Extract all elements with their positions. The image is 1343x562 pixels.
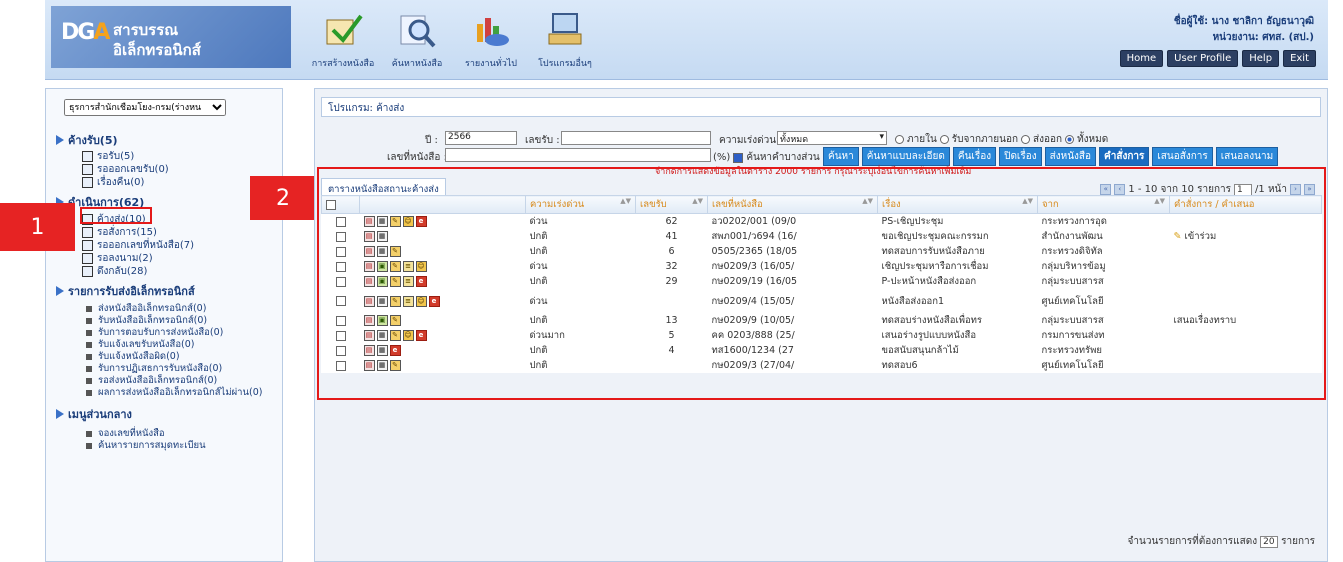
expand-triangle-icon	[56, 409, 64, 419]
bullet-icon	[86, 317, 92, 324]
urgency-label: ความเร่งด่วน :	[719, 135, 783, 146]
nav-search-document[interactable]: ค้นหาหนังสือ	[387, 8, 447, 74]
top-nav: การสร้างหนังสือ ค้นหาหนังสือ รายงานทั่วไ…	[311, 8, 595, 74]
chevron-down-icon: ▾	[879, 132, 884, 142]
bullet-icon	[86, 365, 92, 372]
radio-internal[interactable]	[895, 135, 904, 144]
recv-label: เลขรับ :	[525, 135, 560, 146]
section-central-menu[interactable]: เมนูส่วนกลาง	[56, 405, 132, 423]
partial-search: (%) ค้นหาคำบางส่วน	[713, 150, 820, 165]
logo-mark: DGA	[61, 20, 110, 45]
radio-all[interactable]	[1065, 135, 1075, 144]
bullet-icon	[86, 442, 92, 449]
computer-icon	[543, 8, 587, 52]
callout-1: 1	[0, 203, 75, 251]
logo-line2: อิเล็กทรอนิกส์	[113, 41, 201, 59]
highlight-pending-send	[80, 207, 152, 224]
help-button[interactable]: Help	[1242, 50, 1280, 67]
year-label: ปี :	[425, 135, 438, 146]
header: DGA สารบรรณ อิเล็กทรอนิกส์ การสร้างหนังส…	[45, 0, 1328, 80]
user-unit: หน่วยงาน: ศทส. (สป.)	[1212, 32, 1314, 43]
bullet-icon	[86, 430, 92, 437]
sidebar-item-returned[interactable]: เรื่องคืน(0)	[82, 175, 144, 190]
section-title: ค้างรับ(5)	[68, 134, 118, 147]
section-pending-receive[interactable]: ค้างรับ(5)	[56, 131, 118, 149]
scope-radios: ภายใน รับจากภายนอก ส่งออก ทั้งหมด	[895, 132, 1108, 147]
sidebar: ธุรการสำนักเชื่อมโยง-กรม(ร่างหน ค้างรับ(…	[45, 88, 283, 562]
section-title: เมนูส่วนกลาง	[68, 408, 132, 421]
radio-label: ภายใน	[907, 134, 937, 145]
top-buttons: Home User Profile Help Exit	[1119, 50, 1316, 67]
radio-label: รับจากภายนอก	[951, 134, 1019, 145]
expand-triangle-icon	[56, 286, 64, 296]
doc-number-input[interactable]	[445, 148, 711, 162]
inbox-icon	[82, 151, 93, 162]
bullet-icon	[86, 305, 92, 312]
sidebar-item-e-failed[interactable]: ผลการส่งหนังสืออิเล็กทรอนิกส์ไม่ผ่าน(0)	[86, 385, 262, 400]
program-title: โปรแกรม: ค้างส่ง	[321, 97, 1321, 117]
search-icon	[395, 8, 439, 52]
sidebar-item-label: เรื่องคืน(0)	[97, 177, 145, 188]
display-count-suffix: รายการ	[1281, 536, 1315, 547]
bullet-icon	[86, 389, 92, 396]
urgency-value: ทั้งหมด	[780, 135, 809, 145]
bullet-icon	[86, 377, 92, 384]
display-count: จำนวนรายการที่ต้องการแสดง 20 รายการ	[1128, 534, 1315, 549]
logo: DGA สารบรรณ อิเล็กทรอนิกส์	[51, 6, 291, 68]
nav-report-label: รายงานทั่วไป	[465, 59, 517, 69]
bullet-icon	[86, 329, 92, 336]
radio-outgoing[interactable]	[1021, 135, 1031, 144]
department-select[interactable]: ธุรการสำนักเชื่อมโยง-กรม(ร่างหน	[64, 99, 226, 116]
app-window: DGA สารบรรณ อิเล็กทรอนิกส์ การสร้างหนังส…	[0, 0, 1343, 562]
user-info: ชื่อผู้ใช้: นาง ชาลิกา ธัญธนาวุฒิ หน่วยง…	[1174, 14, 1314, 46]
sidebar-item-search-register[interactable]: ค้นหารายการสมุดทะเบียน	[86, 438, 206, 453]
expand-triangle-icon	[56, 135, 64, 145]
close-matter-button[interactable]: ปิดเรื่อง	[999, 147, 1042, 166]
partial-search-checkbox[interactable]	[733, 152, 744, 163]
radio-label: ส่งออก	[1033, 134, 1063, 145]
nav-other-label: โปรแกรมอื่นๆ	[538, 59, 592, 69]
radio-external[interactable]	[939, 135, 949, 144]
doc-number-label: เลขที่หนังสือ :	[387, 152, 447, 163]
user-name: ชื่อผู้ใช้: นาง ชาลิกา ธัญธนาวุฒิ	[1173, 16, 1314, 27]
compose-icon	[321, 8, 365, 52]
number-icon	[82, 164, 93, 175]
nav-search-label: ค้นหาหนังสือ	[391, 59, 443, 69]
nav-create-label: การสร้างหนังสือ	[311, 59, 375, 69]
exit-button[interactable]: Exit	[1283, 50, 1316, 67]
nav-general-report[interactable]: รายงานทั่วไป	[461, 8, 521, 74]
sign-icon	[82, 253, 93, 264]
year-input[interactable]: 2566	[445, 131, 517, 145]
percent-label: (%)	[713, 152, 731, 163]
section-title: รายการรับส่งอิเล็กทรอนิกส์	[68, 285, 195, 298]
radio-label: ทั้งหมด	[1077, 134, 1109, 145]
sidebar-item-label: ผลการส่งหนังสืออิเล็กทรอนิกส์ไม่ผ่าน(0)	[98, 387, 263, 398]
recv-input[interactable]	[561, 131, 711, 145]
send-document-button[interactable]: ส่งหนังสือ	[1044, 147, 1097, 166]
bullet-icon	[86, 353, 92, 360]
propose-order-button[interactable]: เสนอสั่งการ	[1152, 147, 1213, 166]
return-icon	[82, 177, 93, 188]
order-button[interactable]: คำสั่งการ	[1099, 147, 1150, 166]
recall-icon	[82, 266, 93, 277]
display-count-input[interactable]: 20	[1260, 535, 1279, 548]
user-profile-button[interactable]: User Profile	[1167, 50, 1239, 67]
sidebar-item-recalled[interactable]: ดึงกลับ(28)	[82, 264, 147, 279]
urgency-select[interactable]: ทั้งหมด ▾	[777, 131, 887, 145]
bullet-icon	[86, 341, 92, 348]
section-electronic[interactable]: รายการรับส่งอิเล็กทรอนิกส์	[56, 282, 195, 300]
home-button[interactable]: Home	[1119, 50, 1164, 67]
nav-create-document[interactable]: การสร้างหนังสือ	[311, 8, 375, 74]
order-icon	[82, 227, 93, 238]
display-count-label: จำนวนรายการที่ต้องการแสดง	[1127, 536, 1258, 547]
number-icon	[82, 240, 93, 251]
callout-2: 2	[250, 176, 316, 220]
partial-search-label: ค้นหาคำบางส่วน	[746, 152, 820, 163]
report-chart-icon	[469, 8, 513, 52]
sidebar-item-label: ดึงกลับ(28)	[97, 266, 148, 277]
sidebar-item-label: ค้นหารายการสมุดทะเบียน	[98, 440, 206, 451]
nav-other-programs[interactable]: โปรแกรมอื่นๆ	[535, 8, 595, 74]
highlight-table-area	[317, 167, 1326, 400]
propose-sign-button[interactable]: เสนอลงนาม	[1215, 147, 1279, 166]
